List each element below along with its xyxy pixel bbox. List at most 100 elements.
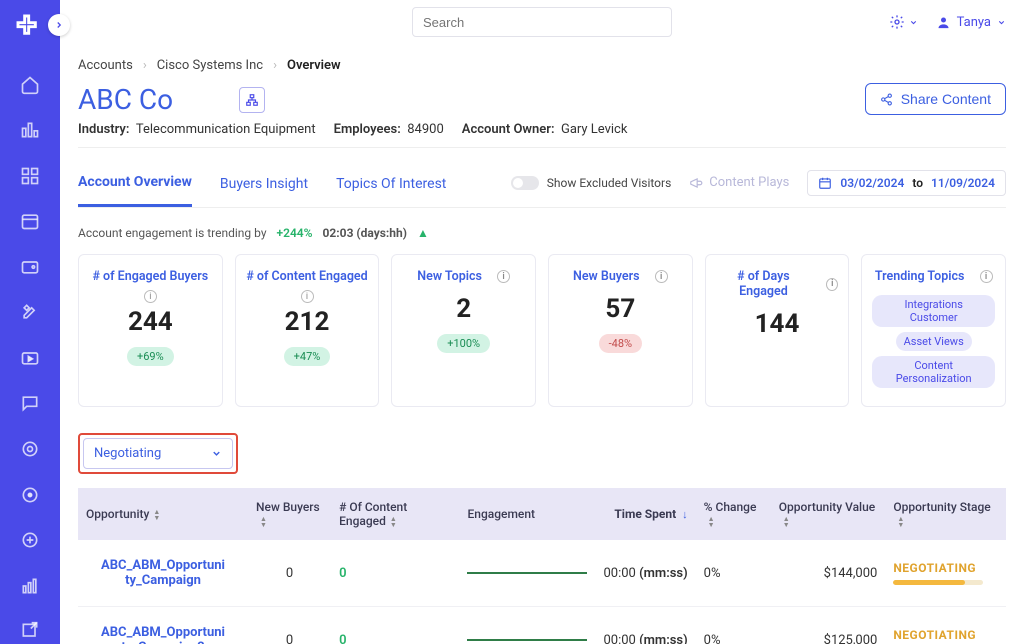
tab-buyers-insight[interactable]: Buyers Insight <box>220 170 308 206</box>
info-icon[interactable]: i <box>497 270 510 283</box>
cell-opp-stage: NEGOTIATING <box>885 540 1006 607</box>
th-time-spent[interactable]: Time Spent ↓ <box>595 488 695 540</box>
th-content-engaged[interactable]: # Of Content Engaged▲▼ <box>331 488 459 540</box>
kpi-title: Trending Topics <box>875 269 965 284</box>
tabs: Account Overview Buyers Insight Topics O… <box>78 168 1006 208</box>
megaphone-icon <box>689 176 703 190</box>
kpi-title: New Topics <box>417 269 482 284</box>
kpi-new-topics: New Topics i 2 +100% <box>391 254 536 407</box>
th-opportunity[interactable]: Opportunity▲▼ <box>78 488 248 540</box>
kpi-badge: +69% <box>127 347 174 366</box>
sidebar-expand-button[interactable] <box>48 14 70 36</box>
th-opp-value[interactable]: Opportunity Value▲▼ <box>771 488 886 540</box>
sidebar-item-tools[interactable] <box>16 300 44 326</box>
kpi-value: 2 <box>456 294 471 324</box>
cell-opportunity-name[interactable]: ABC_ABM_Opportunity_Campaign2 <box>78 607 248 644</box>
opportunities-table: Opportunity▲▼ New Buyers▲▼ # Of Content … <box>78 488 1006 644</box>
kpi-badge: +47% <box>284 347 331 366</box>
toggle-label-text: Show Excluded Visitors <box>547 176 672 190</box>
sidebar-item-export[interactable] <box>16 618 44 644</box>
sidebar-item-grid[interactable] <box>16 163 44 189</box>
sidebar-item-calendar[interactable] <box>16 209 44 235</box>
sidebar-item-chat[interactable] <box>16 391 44 417</box>
gear-icon <box>889 14 905 30</box>
breadcrumb-sep: › <box>273 58 277 73</box>
info-icon[interactable]: i <box>301 290 314 303</box>
stage-filter-highlight: Negotiating <box>78 433 238 474</box>
meta-industry-value: Telecommunication Equipment <box>136 122 316 137</box>
info-icon[interactable]: i <box>144 290 157 303</box>
sidebar-item-wallet[interactable] <box>16 254 44 280</box>
stage-filter-dropdown[interactable]: Negotiating <box>83 438 233 469</box>
cell-opp-value: $144,000 <box>771 540 886 607</box>
topic-chip[interactable]: Asset Views <box>896 332 972 351</box>
calendar-icon <box>818 176 832 190</box>
kpi-title: New Buyers <box>573 269 640 284</box>
info-icon[interactable]: i <box>980 270 993 283</box>
tab-account-overview[interactable]: Account Overview <box>78 168 192 207</box>
th-pct-change[interactable]: % Change▲▼ <box>696 488 771 540</box>
search-input[interactable] <box>412 7 672 37</box>
app-logo <box>14 12 46 44</box>
date-range-picker[interactable]: 03/02/2024 to 11/09/2024 <box>807 170 1006 196</box>
show-excluded-toggle[interactable]: Show Excluded Visitors <box>511 176 672 190</box>
sidebar-item-analytics[interactable] <box>16 118 44 144</box>
user-menu[interactable]: Tanya <box>936 15 1006 30</box>
trending-summary: Account engagement is trending by +244% … <box>78 226 1006 240</box>
cell-content-engaged: 0 <box>331 540 459 607</box>
kpi-new-buyers: New Buyers i 57 -48% <box>548 254 693 407</box>
meta-owner-label: Account Owner: <box>462 122 555 137</box>
cell-content-engaged: 0 <box>331 607 459 644</box>
info-icon[interactable]: i <box>826 278 838 291</box>
page-title: ABC Co <box>78 83 265 116</box>
settings-menu[interactable] <box>889 14 918 30</box>
info-icon[interactable]: i <box>655 270 668 283</box>
hierarchy-icon[interactable] <box>239 87 265 113</box>
cell-engagement <box>459 607 595 644</box>
content-plays-link[interactable]: Content Plays <box>689 175 789 190</box>
table-row: ABC_ABM_Opportunity_Campaign0000:00 (mm:… <box>78 540 1006 607</box>
kpi-badge: +100% <box>437 334 490 353</box>
cell-engagement <box>459 540 595 607</box>
toggle-switch[interactable] <box>511 176 539 190</box>
sidebar-item-video[interactable] <box>16 345 44 371</box>
sidebar <box>0 0 60 644</box>
account-meta: Industry: Telecommunication Equipment Em… <box>78 122 1006 148</box>
content-plays-label: Content Plays <box>709 175 789 190</box>
sidebar-item-reports[interactable] <box>16 573 44 599</box>
sidebar-item-target1[interactable] <box>16 436 44 462</box>
share-button-label: Share Content <box>901 91 991 107</box>
topic-chip[interactable]: Content Personalization <box>872 356 995 388</box>
kpi-title: # of Content Engaged <box>246 269 367 284</box>
th-new-buyers[interactable]: New Buyers▲▼ <box>248 488 331 540</box>
breadcrumb: Accounts › Cisco Systems Inc › Overview <box>78 58 1006 73</box>
trending-pct: +244% <box>277 226 313 240</box>
sidebar-item-home[interactable] <box>16 72 44 98</box>
topbar: Tanya <box>60 0 1024 44</box>
trending-text: Account engagement is trending by <box>78 226 267 240</box>
kpi-value: 57 <box>605 294 635 324</box>
sidebar-item-target3[interactable] <box>16 527 44 553</box>
cell-opportunity-name[interactable]: ABC_ABM_Opportunity_Campaign <box>78 540 248 607</box>
kpi-title: # of Engaged Buyers <box>92 269 208 284</box>
stage-filter-value: Negotiating <box>94 446 161 461</box>
breadcrumb-account-name[interactable]: Cisco Systems Inc <box>157 58 263 73</box>
trending-time: 02:03 (days:hh) <box>323 226 407 240</box>
search-field[interactable] <box>423 15 661 30</box>
th-opp-stage[interactable]: Opportunity Stage▲▼ <box>885 488 1006 540</box>
date-from: 03/02/2024 <box>840 176 904 190</box>
breadcrumb-accounts[interactable]: Accounts <box>78 58 133 73</box>
cell-new-buyers: 0 <box>248 540 331 607</box>
kpi-value: 244 <box>128 307 173 337</box>
user-name-label: Tanya <box>957 15 991 30</box>
th-engagement[interactable]: Engagement <box>459 488 595 540</box>
tab-topics-of-interest[interactable]: Topics Of Interest <box>336 170 446 206</box>
chevron-down-icon <box>997 18 1006 27</box>
kpi-content-engaged: # of Content Engaged i 212 +47% <box>235 254 380 407</box>
meta-owner-value: Gary Levick <box>561 122 628 137</box>
sidebar-item-target2[interactable] <box>16 482 44 508</box>
breadcrumb-current: Overview <box>287 58 341 73</box>
topic-chip[interactable]: Integrations Customer <box>872 295 995 327</box>
cell-new-buyers: 0 <box>248 607 331 644</box>
share-content-button[interactable]: Share Content <box>865 83 1006 115</box>
